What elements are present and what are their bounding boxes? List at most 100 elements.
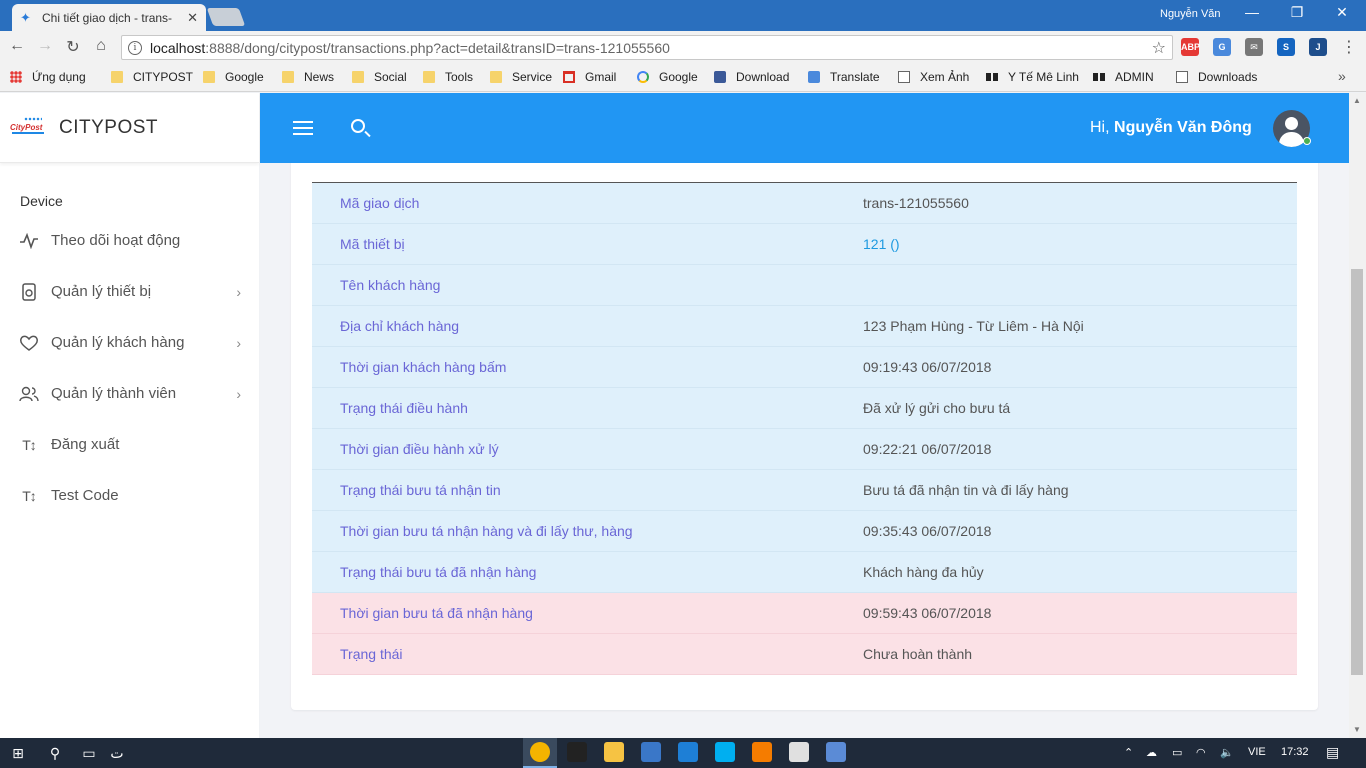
bookmark-item[interactable]: Service [490, 70, 552, 84]
new-tab-button[interactable] [206, 8, 246, 26]
ime-icon[interactable]: ت [108, 744, 126, 762]
row-value: Bưu tá đã nhận tin và đi lấy hàng [863, 482, 1069, 498]
home-icon[interactable]: ⌂ [90, 37, 112, 55]
bookmark-label: Tools [445, 70, 474, 84]
device-link[interactable]: 121 () [863, 236, 900, 252]
volume-icon[interactable]: 🔈 [1220, 746, 1234, 759]
bookmark-label: CITYPOST [133, 70, 194, 84]
page-scrollbar[interactable]: ▲ ▼ [1349, 93, 1366, 738]
mail-extension[interactable]: ✉ [1245, 38, 1263, 56]
browser-toolbar: ← → ↻ ⌂ i localhost:8888/dong/citypost/t… [0, 31, 1366, 64]
wifi-icon[interactable]: ◠ [1196, 746, 1206, 759]
row-label: Tên khách hàng [340, 277, 441, 293]
g-icon [637, 71, 649, 83]
action-center-icon[interactable]: ▤ [1326, 744, 1339, 761]
folder-icon [490, 71, 502, 83]
bookmark-label: News [304, 70, 335, 84]
sidebar-item-label: Test Code [51, 487, 119, 504]
phpstorm-icon[interactable] [567, 742, 587, 762]
row-value: 123 Phạm Hùng - Từ Liêm - Hà Nội [863, 318, 1084, 334]
clock[interactable]: 17:32 [1281, 746, 1309, 758]
url-text[interactable]: localhost:8888/dong/citypost/transaction… [150, 40, 670, 56]
battery-icon[interactable]: ▭ [1172, 746, 1182, 759]
scrollbar-thumb[interactable] [1351, 269, 1363, 675]
browser-menu-icon[interactable]: ⋮ [1338, 37, 1360, 57]
window-close-icon[interactable]: ✕ [1322, 4, 1362, 21]
sidebar-item[interactable]: Quản lý thành viên › [0, 368, 259, 419]
address-bar[interactable]: i localhost:8888/dong/citypost/transacti… [121, 35, 1173, 60]
search-taskbar-icon[interactable]: ⚲ [46, 744, 64, 762]
row-value: Đã xử lý gửi cho bưu tá [863, 400, 1011, 416]
tab-title: Chi tiết giao dịch - trans- [42, 10, 173, 25]
translate-extension[interactable]: G [1213, 38, 1231, 56]
tr-icon [808, 71, 820, 83]
bookmark-item[interactable]: Ứng dụng [10, 70, 86, 84]
table-row: Thời gian bưu tá nhận hàng và đi lấy thư… [312, 511, 1297, 552]
table-row: Mã giao dịch trans-121055560 [312, 183, 1297, 224]
sidebar-item[interactable]: Quản lý khách hàng › [0, 317, 259, 368]
hamburger-menu-icon[interactable] [293, 121, 313, 135]
minimize-icon[interactable]: — [1232, 4, 1272, 20]
fb-icon [714, 71, 726, 83]
task-view-icon[interactable]: ▭ [80, 744, 98, 762]
bookmark-item[interactable]: Downloads [1176, 70, 1257, 84]
citypost-logo-icon: CityPost [10, 115, 48, 141]
app-sidebar: CityPost CITYPOST Device Theo dõi hoạt đ… [0, 93, 259, 738]
sidebar-item[interactable]: T↕ Test Code [0, 470, 259, 521]
bookmark-item[interactable]: Social [352, 70, 407, 84]
edge-icon[interactable] [678, 742, 698, 762]
sidebar-item[interactable]: Theo dõi hoạt động [0, 215, 259, 266]
bookmark-item[interactable]: News [282, 70, 334, 84]
screen-extension[interactable]: S [1277, 38, 1295, 56]
browser-tab[interactable]: ✦ Chi tiết giao dịch - trans- ✕ [12, 4, 206, 31]
bookmark-item[interactable]: Gmail [563, 70, 616, 84]
reload-icon[interactable]: ↻ [62, 37, 84, 57]
chrome-icon[interactable] [530, 742, 550, 762]
bookmark-item[interactable]: Y Tế Mê Linh [986, 70, 1079, 84]
bookmark-item[interactable]: Google [637, 70, 698, 84]
sidebar-item[interactable]: Quản lý thiết bị › [0, 266, 259, 317]
skype-icon[interactable] [715, 742, 735, 762]
row-value: 09:19:43 06/07/2018 [863, 359, 992, 375]
snipping-tool-icon[interactable] [789, 742, 809, 762]
row-label: Trạng thái [340, 646, 403, 662]
bookmarks-overflow-icon[interactable]: » [1338, 68, 1346, 84]
table-row: Trạng thái điều hành Đã xử lý gửi cho bưu… [312, 388, 1297, 429]
maximize-icon[interactable]: ❐ [1277, 4, 1317, 21]
search-icon[interactable] [351, 119, 365, 133]
profile-name[interactable]: Nguyễn Văn [1160, 8, 1221, 20]
back-icon[interactable]: ← [6, 37, 28, 55]
adblock-extension[interactable]: ABP [1181, 38, 1200, 56]
brand[interactable]: CityPost CITYPOST [0, 93, 259, 163]
jira-extension[interactable]: J [1309, 38, 1327, 56]
bookmark-item[interactable]: Tools [423, 70, 473, 84]
store-icon[interactable] [641, 742, 661, 762]
tab-close-icon[interactable]: ✕ [187, 10, 198, 26]
heart-icon [19, 333, 39, 353]
onedrive-icon[interactable]: ☁ [1146, 746, 1157, 759]
bookmark-item[interactable]: CITYPOST [111, 70, 193, 84]
tray-expand-icon[interactable]: ⌃ [1124, 746, 1133, 759]
bookmark-label: Y Tế Mê Linh [1008, 70, 1079, 84]
bookmarks-bar: Ứng dụng CITYPOST Google News Social Tools Ser… [0, 64, 1366, 92]
row-label: Trạng thái bưu tá nhận tin [340, 482, 501, 498]
scroll-up-icon[interactable]: ▲ [1353, 96, 1361, 105]
remote-icon[interactable] [826, 742, 846, 762]
bookmark-label: Xem Ảnh [920, 70, 970, 84]
site-info-icon[interactable]: i [128, 40, 142, 55]
xampp-icon[interactable] [752, 742, 772, 762]
user-name[interactable]: Nguyễn Văn Đông [1114, 119, 1252, 136]
input-language[interactable]: VIE [1248, 746, 1266, 758]
bookmark-star-icon[interactable]: ☆ [1152, 38, 1166, 58]
bookmark-label: Social [374, 70, 407, 84]
file-explorer-icon[interactable] [604, 742, 624, 762]
bookmark-item[interactable]: Translate [808, 70, 880, 84]
windows-start-icon[interactable]: ⊞ [9, 744, 27, 762]
forward-icon[interactable]: → [34, 37, 56, 55]
bookmark-item[interactable]: ADMIN [1093, 70, 1154, 84]
scroll-down-icon[interactable]: ▼ [1353, 725, 1361, 734]
sidebar-item[interactable]: T↕ Đăng xuất [0, 419, 259, 470]
bookmark-item[interactable]: Download [714, 70, 789, 84]
bookmark-item[interactable]: Xem Ảnh [898, 70, 969, 84]
bookmark-item[interactable]: Google [203, 70, 264, 84]
